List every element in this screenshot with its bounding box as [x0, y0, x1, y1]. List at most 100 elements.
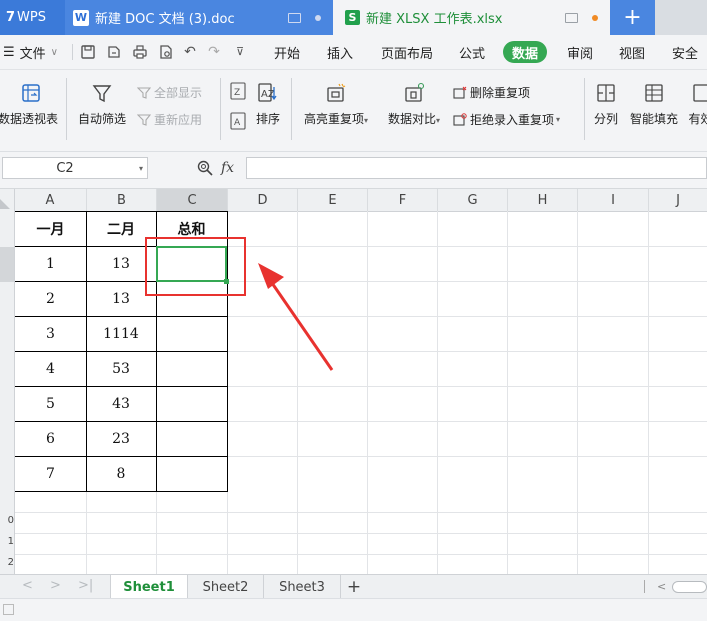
print-icon[interactable]	[132, 44, 148, 60]
print-preview-icon[interactable]	[158, 44, 174, 60]
sort-descending-button[interactable]: A	[230, 112, 246, 130]
sheet-tab-sheet3[interactable]: Sheet3	[264, 575, 341, 599]
add-sheet-button[interactable]: +	[343, 575, 365, 599]
column-header-f[interactable]: F	[368, 189, 438, 211]
remove-duplicates-button[interactable]: 删除重复项	[453, 84, 530, 101]
undo-icon[interactable]: ↶	[182, 44, 198, 60]
zoom-search-icon[interactable]	[196, 159, 214, 180]
cell-a8[interactable]: 7	[15, 456, 86, 491]
scroll-left-icon[interactable]: <	[657, 580, 666, 593]
menu-data[interactable]: 数据	[503, 41, 547, 63]
chevron-down-icon: ∨	[51, 47, 58, 58]
split-column-button[interactable]: 分列	[589, 70, 623, 127]
remove-duplicates-icon	[453, 86, 467, 100]
cell-b6[interactable]: 43	[86, 386, 156, 421]
cell-grid[interactable]: 一月 二月 总和 1 13 2 13 3 1114 4 53 5 43 6 23…	[15, 211, 707, 574]
flash-fill-button[interactable]: 智能填充	[626, 70, 682, 127]
prev-sheet-icon[interactable]: >	[50, 578, 61, 593]
row-header-selected[interactable]	[0, 247, 14, 282]
column-header-g[interactable]: G	[438, 189, 508, 211]
column-header-row: A B C D E F G H I J	[0, 189, 707, 212]
data-validity-button[interactable]: 有效	[686, 70, 707, 127]
menu-review[interactable]: 审阅	[567, 35, 593, 69]
validity-icon	[691, 82, 707, 104]
cell-a4[interactable]: 3	[15, 316, 86, 351]
save-icon[interactable]	[80, 44, 96, 60]
menu-page-layout[interactable]: 页面布局	[381, 35, 433, 69]
first-sheet-icon[interactable]: <	[22, 578, 33, 593]
tab-close-dot-icon[interactable]	[315, 15, 321, 21]
menu-view[interactable]: 视图	[619, 35, 645, 69]
divider	[220, 78, 221, 140]
cell-a2[interactable]: 1	[15, 246, 86, 281]
insert-function-button[interactable]: fx	[221, 160, 234, 176]
tab-doc-document[interactable]: W 新建 DOC 文档 (3).doc	[65, 0, 333, 35]
column-header-b[interactable]: B	[87, 189, 157, 211]
reject-duplicates-button[interactable]: 拒绝录入重复项 ▾	[453, 111, 560, 128]
annotation-arrow-icon	[250, 255, 340, 375]
menu-formulas[interactable]: 公式	[459, 35, 485, 69]
word-doc-icon: W	[73, 10, 89, 26]
name-box[interactable]: C2 ▾	[2, 157, 148, 179]
column-header-i[interactable]: I	[578, 189, 649, 211]
cell-b7[interactable]: 23	[86, 421, 156, 456]
row-header-label[interactable]: 1	[0, 536, 14, 547]
tab-wps-home[interactable]: 7 WPS	[0, 0, 65, 35]
monitor-icon[interactable]	[565, 13, 578, 23]
highlight-duplicates-icon	[325, 82, 347, 104]
column-header-d[interactable]: D	[228, 189, 298, 211]
tab-xlsx-workbook[interactable]: S 新建 XLSX 工作表.xlsx	[333, 0, 610, 35]
column-header-e[interactable]: E	[298, 189, 368, 211]
cell-c4[interactable]	[156, 316, 227, 351]
column-header-a[interactable]: A	[14, 189, 87, 211]
cell-c8[interactable]	[156, 456, 227, 491]
cell-b4[interactable]: 1114	[86, 316, 156, 351]
customize-toolbar-icon[interactable]: ⊽	[232, 44, 248, 60]
hamburger-icon: ☰	[3, 45, 15, 60]
row-header-label[interactable]: 0	[0, 515, 14, 526]
cell-a1[interactable]: 一月	[15, 211, 86, 246]
select-all-corner[interactable]	[0, 189, 15, 211]
menu-bar: ☰ 文件 ∨ ↶ ↷ ⊽ 开始 插入 页面布局 公式 数据 审阅 视图 安全	[0, 35, 707, 70]
cell-b8[interactable]: 8	[86, 456, 156, 491]
cell-c5[interactable]	[156, 351, 227, 386]
tab-doc-label: 新建 DOC 文档 (3).doc	[95, 8, 235, 27]
cell-b5[interactable]: 53	[86, 351, 156, 386]
menu-security[interactable]: 安全	[672, 35, 698, 69]
highlight-duplicates-button[interactable]: 高亮重复项▾	[298, 70, 374, 127]
reapply-button[interactable]: 重新应用	[137, 111, 202, 128]
sheet-tab-sheet2[interactable]: Sheet2	[188, 575, 264, 599]
sheet-tab-sheet1[interactable]: Sheet1	[110, 575, 188, 599]
menu-home[interactable]: 开始	[274, 35, 300, 69]
cell-c6[interactable]	[156, 386, 227, 421]
column-header-h[interactable]: H	[508, 189, 578, 211]
sort-button[interactable]: AZ 排序	[252, 70, 284, 127]
compare-data-button[interactable]: 数据对比▾	[382, 70, 446, 127]
monitor-icon[interactable]	[288, 13, 301, 23]
horizontal-scrollbar[interactable]	[672, 581, 707, 593]
tab-wps-label: WPS	[17, 10, 46, 25]
show-all-button[interactable]: 全部显示	[137, 84, 202, 101]
cell-a7[interactable]: 6	[15, 421, 86, 456]
menu-insert[interactable]: 插入	[327, 35, 353, 69]
row-header-label[interactable]: 2	[0, 557, 14, 568]
new-tab-button[interactable]: +	[610, 0, 655, 35]
column-header-c[interactable]: C	[157, 189, 228, 211]
last-sheet-icon[interactable]: >|	[78, 578, 93, 593]
unsaved-dot-icon[interactable]	[592, 15, 598, 21]
cell-a5[interactable]: 4	[15, 351, 86, 386]
cell-c7[interactable]	[156, 421, 227, 456]
row-header-column: 0 1 2	[0, 211, 15, 574]
pivot-table-button[interactable]: 数据透视表	[0, 70, 62, 127]
redo-icon[interactable]: ↷	[206, 44, 222, 60]
divider	[291, 78, 292, 140]
sort-ascending-button[interactable]: Z	[230, 82, 246, 100]
cell-a6[interactable]: 5	[15, 386, 86, 421]
column-header-j[interactable]: J	[649, 189, 707, 211]
macro-record-icon[interactable]	[3, 604, 14, 615]
formula-input[interactable]	[246, 157, 707, 179]
cell-a3[interactable]: 2	[15, 281, 86, 316]
export-pdf-icon[interactable]	[106, 44, 122, 60]
auto-filter-button[interactable]: 自动筛选	[74, 70, 130, 127]
file-menu[interactable]: ☰ 文件 ∨	[3, 35, 58, 69]
